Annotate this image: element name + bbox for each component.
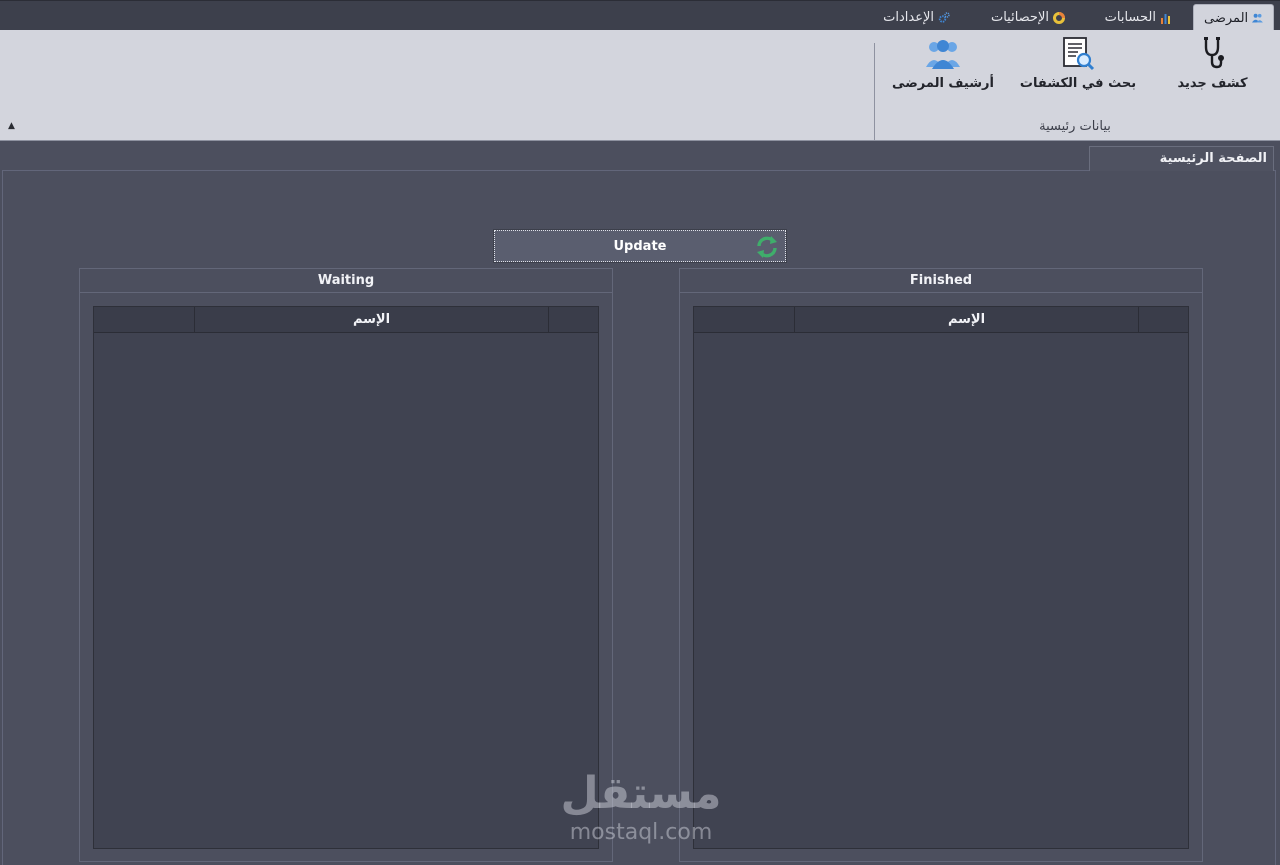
finished-grid[interactable]: الإسم [693,306,1189,849]
tab-accounts[interactable]: الحسابات [1092,4,1182,31]
gears-icon [938,11,950,23]
waiting-title: Waiting [80,269,612,293]
document-search-icon [1063,37,1095,71]
watermark-arabic: مستقل [560,768,722,819]
waiting-grid-header: الإسم [94,307,598,333]
donut-chart-icon [1053,11,1065,24]
update-button[interactable]: Update [493,229,787,263]
tab-label: الإحصائيات [990,10,1049,25]
tab-statistics[interactable]: الإحصائيات [975,4,1075,31]
ribbon-group-separator [874,43,875,141]
new-exam-button[interactable]: كشف جديد [1170,34,1255,114]
finished-panel: Finished الإسم [679,268,1203,862]
patients-group-icon [926,40,960,69]
column-separator [548,307,549,333]
waiting-panel: Waiting الإسم [79,268,613,862]
column-separator [1138,307,1139,333]
ribbon-collapse-icon[interactable]: ▲ [8,121,20,131]
watermark-latin: mostaql.com [569,820,713,845]
finished-title: Finished [680,269,1202,293]
search-exams-label: بحث في الكشفات [1019,76,1137,91]
mostaql-watermark: مستقل mostaql.com [556,768,726,850]
patients-icon [1252,13,1263,23]
new-exam-label: كشف جديد [1177,76,1248,91]
refresh-icon [757,236,777,258]
ribbon-tab-strip: المرضى الحسابات الإحصائيات الإعدادات [0,0,1280,31]
ribbon-group-label: بيانات رئيسية [1039,119,1111,134]
stethoscope-icon [1203,37,1224,69]
ribbon-panel: كشف جديد بحث في الكشفات أرشيف المرضى بيا… [0,30,1280,141]
update-label: Update [613,238,667,254]
waiting-grid[interactable]: الإسم [93,306,599,849]
search-exams-button[interactable]: بحث في الكشفات [1019,34,1137,114]
tab-patients[interactable]: المرضى [1193,4,1274,31]
waiting-name-column-header[interactable]: الإسم [195,307,548,333]
tab-label: الإعدادات [883,10,934,25]
patients-archive-button[interactable]: أرشيف المرضى [892,34,994,114]
tab-label: المرضى [1204,10,1249,26]
tab-home-page[interactable]: الصفحة الرئيسية [1089,146,1274,171]
tab-label: الحسابات [1104,10,1156,25]
finished-grid-header: الإسم [694,307,1188,333]
tab-settings[interactable]: الإعدادات [870,4,960,31]
bar-chart-icon [1161,13,1170,24]
finished-name-column-header[interactable]: الإسم [795,307,1138,333]
patients-archive-label: أرشيف المرضى [892,76,994,91]
